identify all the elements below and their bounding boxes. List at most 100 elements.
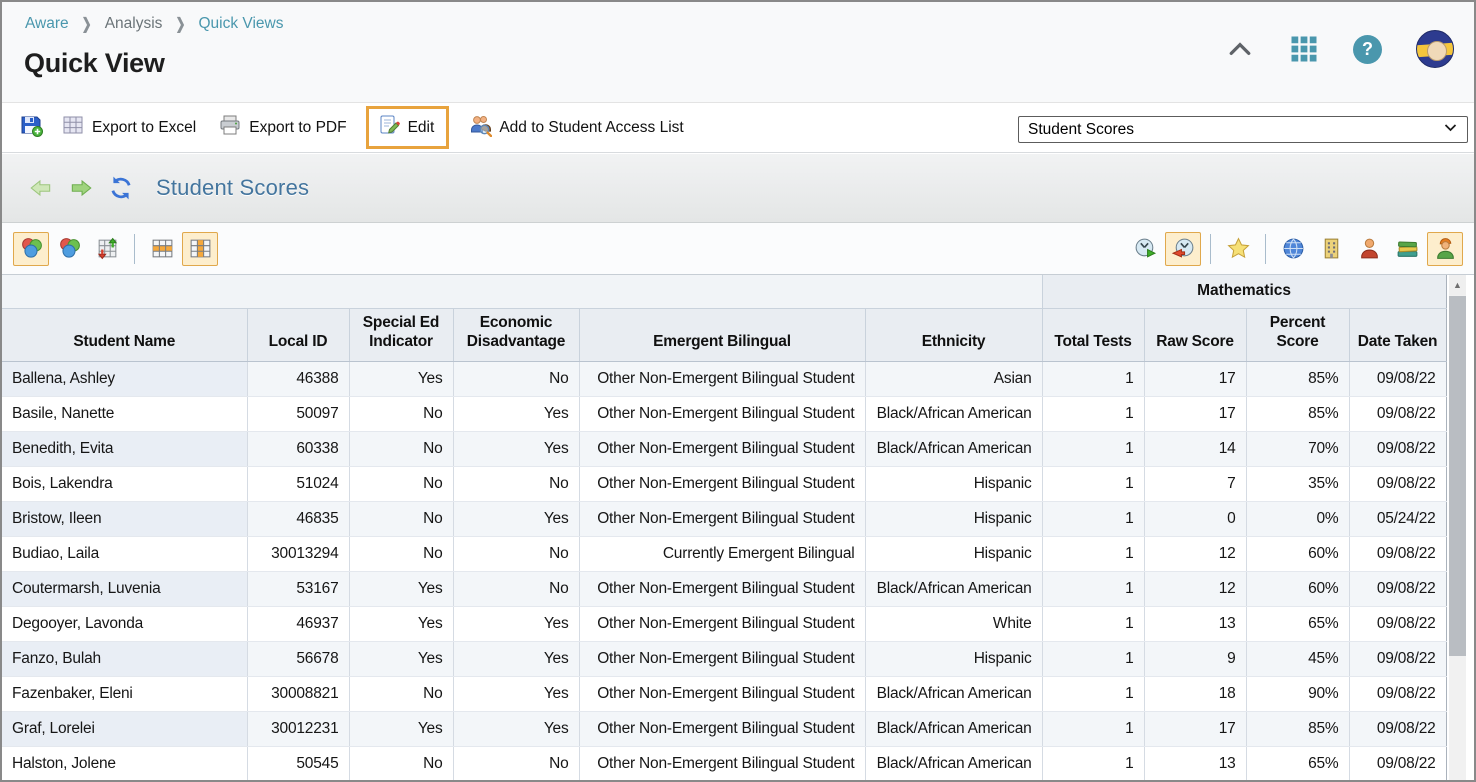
table-row[interactable]: Fazenbaker, Eleni30008821NoYesOther Non-… <box>2 676 1446 711</box>
cell-total-tests: 1 <box>1042 606 1144 641</box>
page-title: Quick View <box>24 48 165 79</box>
column-header-percent-score[interactable]: Percent Score <box>1246 308 1349 361</box>
table-row[interactable]: Halston, Jolene50545NoNoOther Non-Emerge… <box>2 746 1446 780</box>
cell-percent-score: 35% <box>1246 466 1349 501</box>
history-back-icon[interactable] <box>1165 232 1201 266</box>
refresh-icon[interactable] <box>108 175 134 201</box>
table-row[interactable]: Fanzo, Bulah56678YesYesOther Non-Emergen… <box>2 641 1446 676</box>
cell-student-name: Benedith, Evita <box>2 431 247 466</box>
table-row[interactable]: Bristow, Ileen46835NoYesOther Non-Emerge… <box>2 501 1446 536</box>
edit-label: Edit <box>408 119 435 137</box>
table-row[interactable]: Graf, Lorelei30012231YesYesOther Non-Eme… <box>2 711 1446 746</box>
add-to-student-access-list-button[interactable]: Add to Student Access List <box>459 107 692 148</box>
cell-percent-score: 65% <box>1246 746 1349 780</box>
cell-percent-score: 85% <box>1246 361 1349 396</box>
cell-total-tests: 1 <box>1042 641 1144 676</box>
cell-special-ed-indicator: Yes <box>349 606 453 641</box>
cell-student-name: Graf, Lorelei <box>2 711 247 746</box>
group-header-empty <box>2 275 1042 308</box>
cell-emergent-bilingual: Other Non-Emergent Bilingual Student <box>579 571 865 606</box>
cell-economic-disadvantage: Yes <box>453 711 579 746</box>
pivot-fields-icon[interactable] <box>13 232 49 266</box>
cell-percent-score: 90% <box>1246 676 1349 711</box>
cell-percent-score: 60% <box>1246 536 1349 571</box>
column-header-emergent-bilingual[interactable]: Emergent Bilingual <box>579 308 865 361</box>
collapse-chevron-icon[interactable] <box>1225 34 1255 64</box>
apps-grid-icon[interactable] <box>1289 34 1319 64</box>
table-row[interactable]: Budiao, Laila30013294NoNoCurrently Emerg… <box>2 536 1446 571</box>
cell-special-ed-indicator: Yes <box>349 361 453 396</box>
cell-special-ed-indicator: No <box>349 746 453 780</box>
cell-special-ed-indicator: No <box>349 466 453 501</box>
back-arrow-icon[interactable] <box>28 175 54 201</box>
cell-total-tests: 1 <box>1042 361 1144 396</box>
column-header-total-tests[interactable]: Total Tests <box>1042 308 1144 361</box>
cell-emergent-bilingual: Other Non-Emergent Bilingual Student <box>579 396 865 431</box>
save-button[interactable] <box>14 107 48 148</box>
export-excel-label: Export to Excel <box>92 119 196 137</box>
column-header-raw-score[interactable]: Raw Score <box>1144 308 1246 361</box>
forward-arrow-icon[interactable] <box>68 175 94 201</box>
cell-economic-disadvantage: No <box>453 466 579 501</box>
help-icon[interactable]: ? <box>1353 35 1382 64</box>
column-layout-icon[interactable] <box>182 232 218 266</box>
pivot-fields-alt-icon[interactable] <box>51 232 87 266</box>
sort-grid-icon[interactable] <box>89 232 125 266</box>
column-header-date-taken[interactable]: Date Taken <box>1349 308 1446 361</box>
table-row[interactable]: Coutermarsh, Luvenia53167YesNoOther Non-… <box>2 571 1446 606</box>
cell-date-taken: 09/08/22 <box>1349 571 1446 606</box>
breadcrumb-aware[interactable]: Aware <box>25 15 69 33</box>
cell-percent-score: 0% <box>1246 501 1349 536</box>
student-table-body: Ballena, Ashley46388YesNoOther Non-Emerg… <box>2 361 1446 780</box>
row-layout-icon[interactable] <box>144 232 180 266</box>
cell-local-id: 30012231 <box>247 711 349 746</box>
breadcrumb-analysis[interactable]: Analysis <box>105 15 163 33</box>
scroll-up-arrow-icon[interactable]: ▲ <box>1449 275 1466 295</box>
table-row[interactable]: Basile, Nanette50097NoYesOther Non-Emerg… <box>2 396 1446 431</box>
cell-economic-disadvantage: Yes <box>453 396 579 431</box>
table-row[interactable]: Bois, Lakendra51024NoNoOther Non-Emergen… <box>2 466 1446 501</box>
courses-books-icon[interactable] <box>1389 232 1425 266</box>
breadcrumb-quick-views[interactable]: Quick Views <box>199 15 284 33</box>
column-header-economic-disadvantage[interactable]: Economic Disadvantage <box>453 308 579 361</box>
history-forward-icon[interactable] <box>1127 232 1163 266</box>
vertical-scrollbar[interactable]: ▲ <box>1449 275 1466 780</box>
view-select-dropdown[interactable]: Student Scores <box>1018 116 1468 143</box>
cell-economic-disadvantage: No <box>453 361 579 396</box>
cell-ethnicity: Hispanic <box>865 536 1042 571</box>
teacher-person-icon[interactable] <box>1351 232 1387 266</box>
main-toolbar: Export to Excel Export to PDF Edit Add t… <box>2 102 1474 153</box>
cell-date-taken: 09/08/22 <box>1349 606 1446 641</box>
campus-building-icon[interactable] <box>1313 232 1349 266</box>
cell-economic-disadvantage: No <box>453 746 579 780</box>
table-row[interactable]: Degooyer, Lavonda46937YesYesOther Non-Em… <box>2 606 1446 641</box>
cell-ethnicity: White <box>865 606 1042 641</box>
cell-local-id: 46388 <box>247 361 349 396</box>
toolbar-divider <box>1265 234 1266 264</box>
cell-emergent-bilingual: Other Non-Emergent Bilingual Student <box>579 361 865 396</box>
cell-total-tests: 1 <box>1042 396 1144 431</box>
table-row[interactable]: Ballena, Ashley46388YesNoOther Non-Emerg… <box>2 361 1446 396</box>
cell-raw-score: 0 <box>1144 501 1246 536</box>
cell-percent-score: 60% <box>1246 571 1349 606</box>
export-pdf-button[interactable]: Export to PDF <box>209 107 355 148</box>
column-header-ethnicity[interactable]: Ethnicity <box>865 308 1042 361</box>
table-row[interactable]: Benedith, Evita60338NoYesOther Non-Emerg… <box>2 431 1446 466</box>
column-header-student-name[interactable]: Student Name <box>2 308 247 361</box>
cell-local-id: 50545 <box>247 746 349 780</box>
student-person-icon[interactable] <box>1427 232 1463 266</box>
export-excel-button[interactable]: Export to Excel <box>52 107 205 148</box>
cell-raw-score: 7 <box>1144 466 1246 501</box>
cell-student-name: Ballena, Ashley <box>2 361 247 396</box>
scrollbar-thumb[interactable] <box>1449 296 1466 656</box>
user-avatar[interactable] <box>1416 30 1454 68</box>
column-header-local-id[interactable]: Local ID <box>247 308 349 361</box>
column-header-special-ed-indicator[interactable]: Special Ed Indicator <box>349 308 453 361</box>
cell-emergent-bilingual: Other Non-Emergent Bilingual Student <box>579 431 865 466</box>
cell-ethnicity: Hispanic <box>865 641 1042 676</box>
district-globe-icon[interactable] <box>1275 232 1311 266</box>
grid-toolbar-right <box>1126 232 1464 266</box>
edit-button[interactable]: Edit <box>366 106 450 149</box>
cell-total-tests: 1 <box>1042 501 1144 536</box>
favorite-star-icon[interactable] <box>1220 232 1256 266</box>
